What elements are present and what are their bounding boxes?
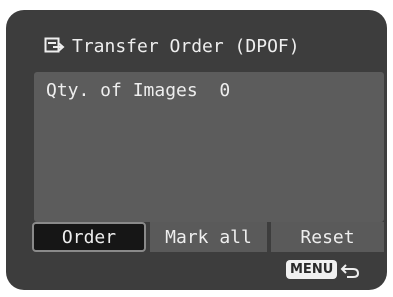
order-button[interactable]: Order [32,222,146,252]
return-arrow-icon [340,261,360,279]
title-bar: Transfer Order (DPOF) [44,34,300,58]
page-title: Transfer Order (DPOF) [72,35,300,57]
menu-back-hint[interactable]: MENU [286,260,360,279]
qty-label: Qty. of Images [46,80,198,101]
camera-screen: Transfer Order (DPOF) Qty. of Images 0 O… [6,10,387,290]
menu-badge: MENU [286,260,338,279]
transfer-order-icon [44,36,66,56]
qty-value: 0 [219,80,231,101]
button-row: Order Mark all Reset [32,222,384,252]
reset-button[interactable]: Reset [271,222,384,252]
content-panel: Qty. of Images 0 [34,72,384,222]
qty-row: Qty. of Images 0 [46,80,230,101]
mark-all-button[interactable]: Mark all [150,222,267,252]
